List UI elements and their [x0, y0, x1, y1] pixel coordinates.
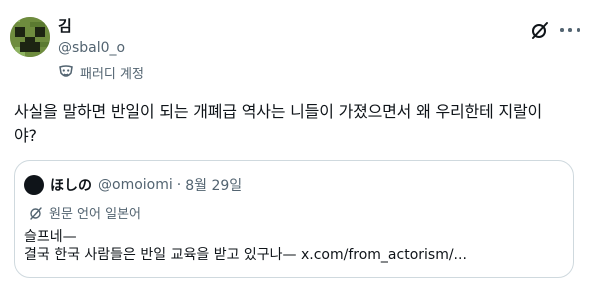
author-display-name[interactable]: 김 — [58, 17, 72, 35]
quoted-tweet-card[interactable]: ほしの @omoiomi · 8월 29일 원문 언어 일본어 슬프네— 결국 … — [14, 160, 574, 278]
more-options-button[interactable] — [560, 22, 580, 38]
quoted-tweet-header: ほしの @omoiomi · 8월 29일 — [24, 175, 242, 195]
quoted-tweet-date[interactable]: 8월 29일 — [185, 175, 242, 195]
avatar[interactable] — [10, 17, 50, 57]
grok-button[interactable] — [530, 20, 550, 40]
parody-label-text: 패러디 계정 — [80, 66, 144, 82]
tweet-text: 사실을 말하면 반일이 되는 개폐급 역사는 니들이 가졌으면서 왜 우리한테 … — [14, 102, 543, 145]
more-icon — [560, 28, 564, 32]
quoted-author-avatar[interactable] — [24, 175, 44, 195]
translate-icon — [30, 206, 42, 220]
quoted-author-name[interactable]: ほしの — [50, 175, 92, 195]
separator-dot: · — [176, 177, 182, 193]
mask-icon — [59, 65, 73, 77]
quoted-author-handle[interactable]: @omoiomi — [98, 177, 173, 193]
creeper-avatar-icon — [10, 17, 50, 57]
quoted-tweet-text-line2: 결국 한국 사람들은 반일 교육을 받고 있구나— x.com/from_act… — [24, 247, 467, 263]
grok-icon — [532, 22, 548, 39]
translation-notice[interactable]: 원문 언어 일본어 — [29, 203, 141, 222]
translation-label: 원문 언어 일본어 — [49, 207, 141, 222]
quoted-tweet-text-line1: 슬프네— — [24, 229, 77, 245]
parody-account-label: 패러디 계정 — [58, 63, 144, 82]
author-handle[interactable]: @sbal0_o — [58, 39, 125, 57]
